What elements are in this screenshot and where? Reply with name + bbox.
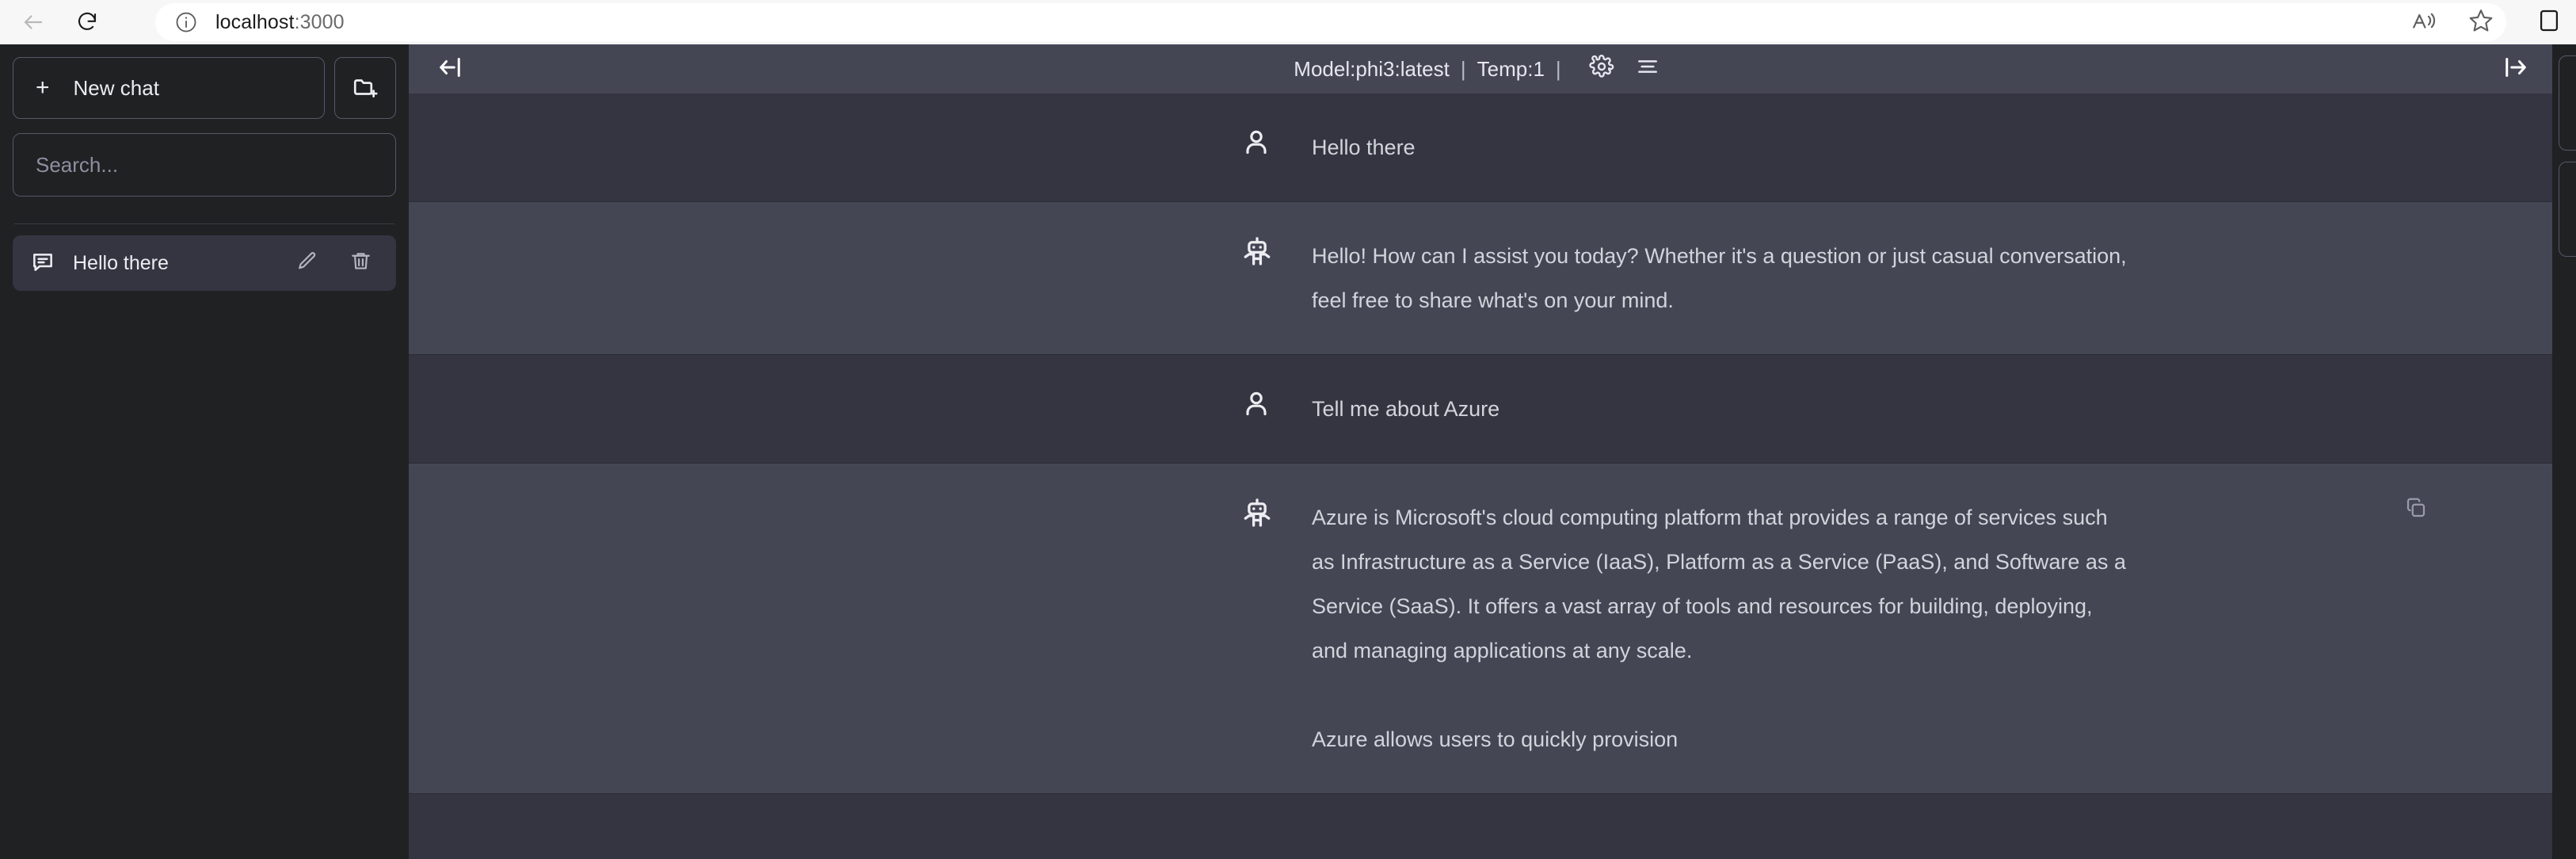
user-icon — [1240, 388, 1272, 424]
sidebar-divider — [14, 223, 394, 224]
trash-icon — [349, 250, 372, 277]
avatar — [1240, 387, 1312, 431]
plus-icon: + — [36, 76, 50, 100]
arrow-to-line-left-icon — [436, 53, 464, 86]
read-aloud-icon — [2410, 7, 2437, 38]
expand-right-panel-button[interactable] — [2490, 44, 2541, 94]
back-arrow-icon — [21, 10, 45, 34]
settings-button[interactable] — [1582, 49, 1621, 89]
message-text: Azure is Microsoft's cloud computing pla… — [1312, 495, 2349, 762]
browser-toolbar-right — [2395, 0, 2509, 44]
new-folder-button[interactable] — [334, 57, 396, 119]
user-icon — [1240, 127, 1272, 162]
site-info-icon[interactable] — [174, 10, 198, 34]
conversation-item-hello-there[interactable]: Hello there — [13, 235, 396, 291]
delete-conversation-button[interactable] — [342, 245, 379, 281]
pencil-icon — [295, 250, 318, 277]
gear-icon — [1589, 54, 1614, 85]
address-bar[interactable]: localhost:3000 — [155, 3, 2506, 41]
avatar — [1240, 495, 1312, 762]
avatar — [1240, 234, 1312, 323]
favorite-button[interactable] — [2452, 0, 2509, 44]
url-port: :3000 — [295, 11, 345, 33]
search-input[interactable] — [13, 133, 396, 197]
conversation-item-label: Hello there — [73, 252, 271, 275]
robot-icon — [1240, 497, 1274, 534]
right-panel — [2552, 44, 2576, 859]
model-separator-2: | — [1545, 57, 1572, 82]
model-info: Model: phi3:latest | Temp: 1 | — [1294, 49, 1667, 89]
collapse-sidebar-button[interactable] — [425, 44, 475, 94]
right-panel-card[interactable] — [2559, 162, 2576, 257]
star-icon — [2467, 7, 2494, 38]
new-chat-label: New chat — [74, 76, 159, 101]
message-text: Hello! How can I assist you today? Wheth… — [1312, 234, 2349, 323]
avatar — [1240, 125, 1312, 170]
message-row: Hello there — [409, 94, 2552, 202]
temperature-prefix-label: Temp: — [1477, 57, 1534, 82]
model-name-label: phi3:latest — [1355, 57, 1450, 82]
folder-plus-icon — [352, 74, 379, 103]
conversation-list: Hello there — [13, 235, 396, 291]
message-bubble-icon — [30, 249, 55, 278]
read-aloud-button[interactable] — [2395, 0, 2452, 44]
message-row: Hello! How can I assist you today? Wheth… — [409, 202, 2552, 355]
robot-icon — [1240, 235, 1274, 273]
new-chat-button[interactable]: + New chat — [13, 57, 325, 119]
copy-icon — [2404, 496, 2428, 524]
message-text: Tell me about Azure — [1312, 387, 2349, 431]
arrow-to-line-right-icon — [2502, 53, 2530, 86]
collections-button[interactable] — [2525, 0, 2573, 44]
model-separator-1: | — [1450, 57, 1477, 82]
temperature-value-label: 1 — [1533, 57, 1544, 82]
message-text: Hello there — [1312, 125, 2349, 170]
message-row: Tell me about Azure — [409, 355, 2552, 464]
text-align-lines-icon — [1635, 54, 1660, 85]
chat-main: Model: phi3:latest | Temp: 1 | — [409, 44, 2552, 859]
url-text: localhost:3000 — [215, 11, 345, 34]
chat-topbar: Model: phi3:latest | Temp: 1 | — [409, 44, 2552, 94]
right-panel-card[interactable] — [2559, 55, 2576, 151]
rename-conversation-button[interactable] — [288, 245, 325, 281]
browser-back-button[interactable] — [11, 0, 55, 44]
copy-message-button[interactable] — [2399, 492, 2433, 527]
model-prefix-label: Model: — [1294, 57, 1355, 82]
prompt-list-button[interactable] — [1628, 49, 1667, 89]
message-list: Hello there — [409, 94, 2552, 859]
message-row: Azure is Microsoft's cloud computing pla… — [409, 464, 2552, 794]
browser-chrome: localhost:3000 — [0, 0, 2576, 44]
application-root: + New chat — [0, 44, 2576, 859]
reload-icon — [75, 10, 99, 34]
collections-icon — [2536, 7, 2563, 38]
url-host: localhost — [215, 11, 295, 33]
sidebar-top-actions: + New chat — [13, 57, 396, 119]
sidebar: + New chat — [0, 44, 409, 859]
browser-reload-button[interactable] — [65, 0, 109, 44]
